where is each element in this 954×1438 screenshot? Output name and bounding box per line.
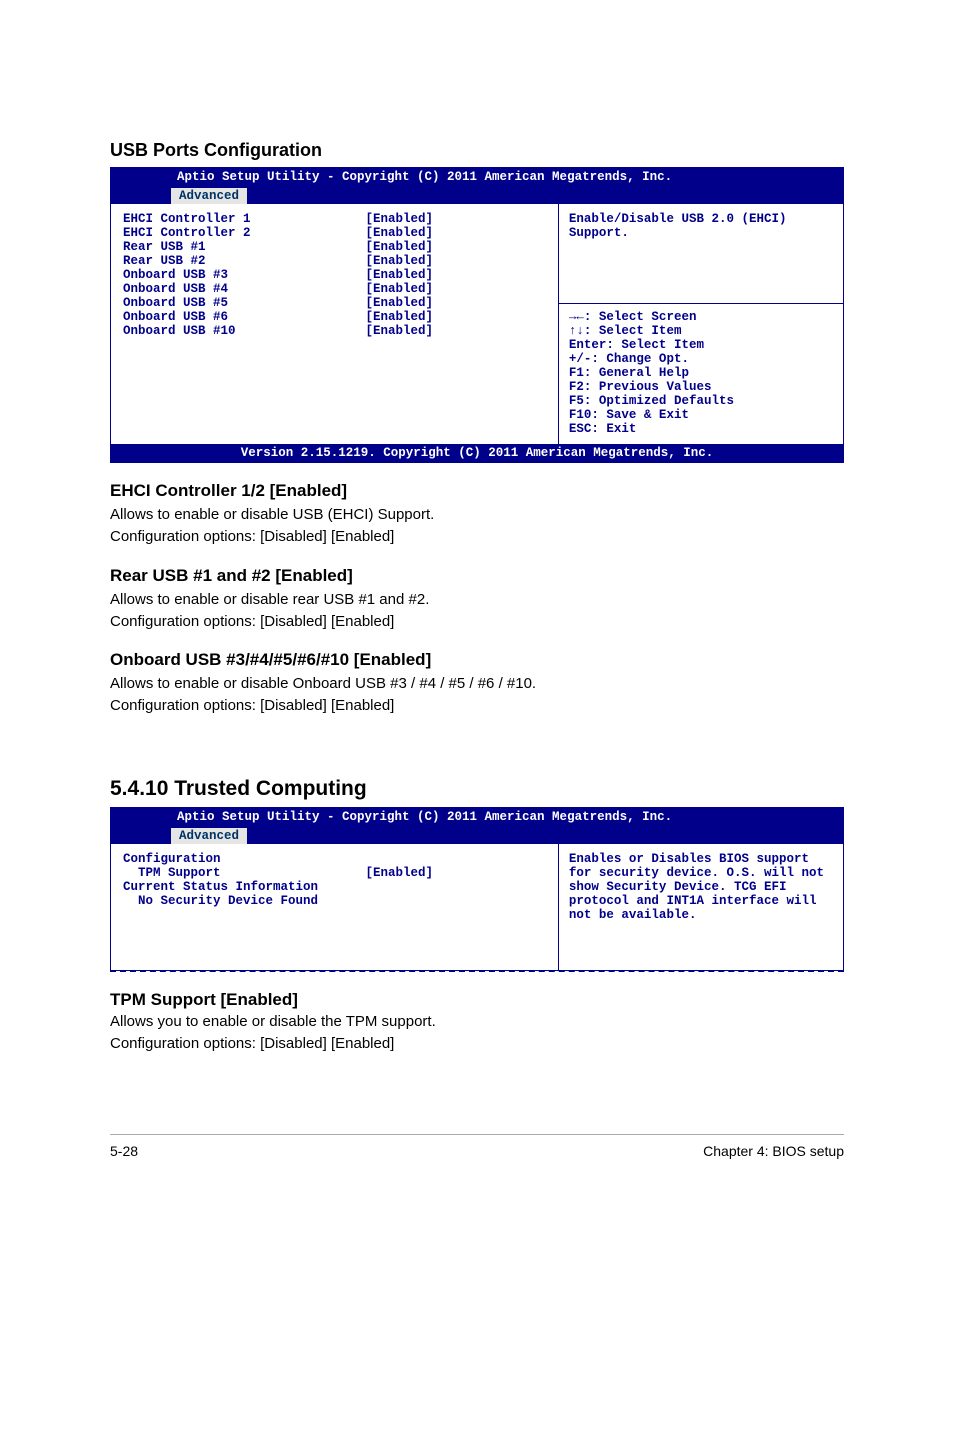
paragraph: Configuration options: [Disabled] [Enabl… [110, 1034, 844, 1054]
bios-header: Aptio Setup Utility - Copyright (C) 2011… [111, 168, 843, 186]
bios-row: EHCI Controller 1[Enabled] [123, 212, 552, 226]
paragraph: Allows to enable or disable rear USB #1 … [110, 590, 844, 610]
page-footer: 5-28 Chapter 4: BIOS setup [110, 1134, 844, 1159]
bios-screenshot-usb: Aptio Setup Utility - Copyright (C) 2011… [110, 167, 844, 463]
heading-rear-usb: Rear USB #1 and #2 [Enabled] [110, 566, 844, 586]
bios-title: Aptio Setup Utility - Copyright (C) 2011… [117, 170, 837, 184]
bios-row: Onboard USB #4[Enabled] [123, 282, 552, 296]
help-key-line: F2: Previous Values [569, 380, 837, 394]
bios-row: TPM Support[Enabled] [123, 866, 552, 880]
bios-settings-pane: EHCI Controller 1[Enabled] EHCI Controll… [111, 204, 558, 444]
torn-edge [110, 970, 844, 972]
help-key-line: F10: Save & Exit [569, 408, 837, 422]
bios-tab-row: Advanced [111, 826, 843, 844]
bios-row: Rear USB #2[Enabled] [123, 254, 552, 268]
bios-row: Onboard USB #3[Enabled] [123, 268, 552, 282]
bios-row: Rear USB #1[Enabled] [123, 240, 552, 254]
heading-ehci: EHCI Controller 1/2 [Enabled] [110, 481, 844, 501]
help-key-line: +/-: Change Opt. [569, 352, 837, 366]
bios-screenshot-tpm: Aptio Setup Utility - Copyright (C) 2011… [110, 807, 844, 971]
help-key-line: ↑↓: Select Item [569, 324, 837, 338]
bios-row: EHCI Controller 2[Enabled] [123, 226, 552, 240]
help-key-line: Enter: Select Item [569, 338, 837, 352]
bios-header: Aptio Setup Utility - Copyright (C) 2011… [111, 808, 843, 826]
bios-footer: Version 2.15.1219. Copyright (C) 2011 Am… [111, 444, 843, 462]
help-key-line: →←: Select Screen [569, 310, 837, 324]
paragraph: Allows you to enable or disable the TPM … [110, 1012, 844, 1032]
help-key-line: ESC: Exit [569, 422, 837, 436]
chapter-label: Chapter 4: BIOS setup [703, 1143, 844, 1159]
bios-row: Configuration [123, 852, 552, 866]
bios-row: Onboard USB #6[Enabled] [123, 310, 552, 324]
help-key-line: F1: General Help [569, 366, 837, 380]
divider [559, 303, 843, 304]
bios-tab-advanced: Advanced [171, 188, 247, 204]
paragraph: Configuration options: [Disabled] [Enabl… [110, 612, 844, 632]
bios-tab-row: Advanced [111, 186, 843, 204]
paragraph: Allows to enable or disable USB (EHCI) S… [110, 505, 844, 525]
bios-help-pane: Enable/Disable USB 2.0 (EHCI) Support. →… [558, 204, 843, 444]
bios-help-text: Enables or Disables BIOS support for sec… [569, 852, 837, 922]
bios-settings-pane: Configuration TPM Support[Enabled] Curre… [111, 844, 558, 970]
bios-row: Onboard USB #5[Enabled] [123, 296, 552, 310]
paragraph: Configuration options: [Disabled] [Enabl… [110, 527, 844, 547]
bios-tab-advanced: Advanced [171, 828, 247, 844]
bios-help-pane: Enables or Disables BIOS support for sec… [558, 844, 843, 970]
bios-help-text: Enable/Disable USB 2.0 (EHCI) Support. [569, 212, 837, 240]
paragraph: Configuration options: [Disabled] [Enabl… [110, 696, 844, 716]
bios-row: Current Status Information [123, 880, 552, 894]
heading-usb-ports: USB Ports Configuration [110, 140, 844, 161]
paragraph: Allows to enable or disable Onboard USB … [110, 674, 844, 694]
bios-row: No Security Device Found [123, 894, 552, 908]
page-number: 5-28 [110, 1143, 138, 1159]
bios-title: Aptio Setup Utility - Copyright (C) 2011… [117, 810, 837, 824]
heading-trusted-computing: 5.4.10 Trusted Computing [110, 777, 844, 801]
help-key-line: F5: Optimized Defaults [569, 394, 837, 408]
heading-onboard-usb: Onboard USB #3/#4/#5/#6/#10 [Enabled] [110, 650, 844, 670]
bios-row: Onboard USB #10[Enabled] [123, 324, 552, 338]
heading-tpm: TPM Support [Enabled] [110, 990, 844, 1010]
